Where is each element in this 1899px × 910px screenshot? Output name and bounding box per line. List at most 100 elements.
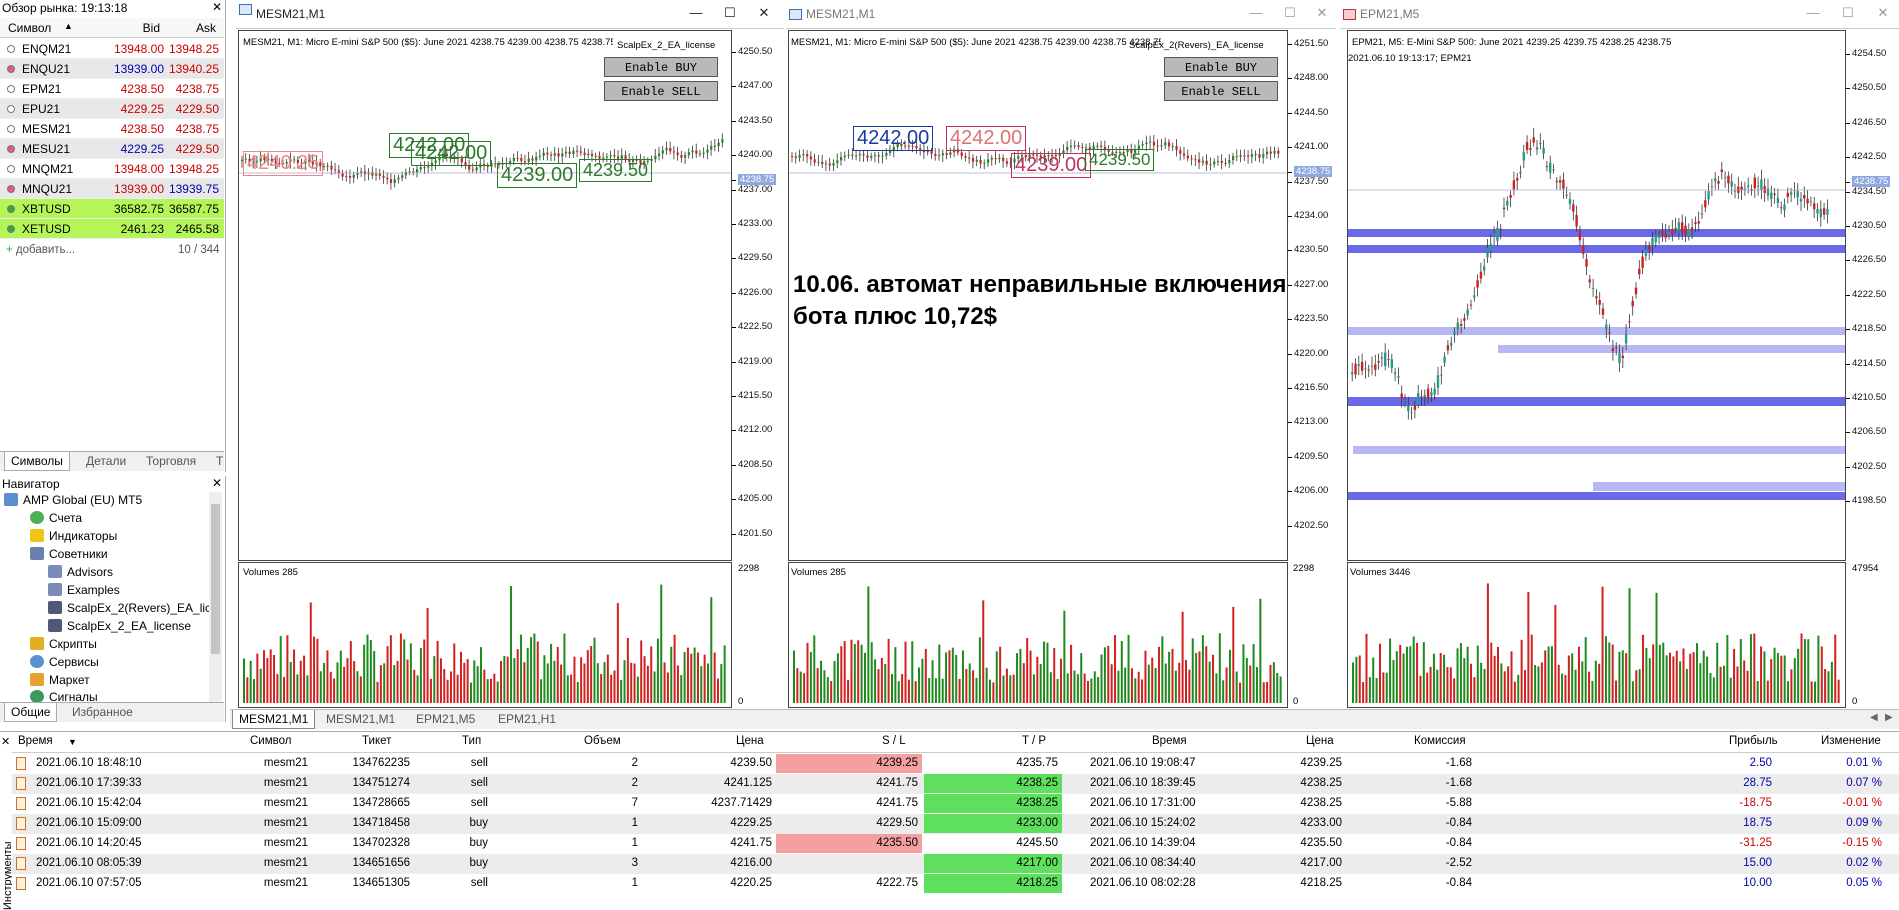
col-sl[interactable]: S / L (882, 735, 906, 747)
nav-services[interactable]: Сервисы (30, 655, 99, 669)
market-watch-row[interactable]: MESM21 4238.50 4238.75 (0, 119, 224, 139)
navigator-close-icon[interactable]: ✕ (212, 476, 222, 490)
market-watch-row[interactable]: MNQM21 13948.00 13948.25 (0, 159, 224, 179)
market-watch-row[interactable]: EPM21 4238.50 4238.75 (0, 79, 224, 99)
market-watch-row[interactable]: XETUSD 2461.23 2465.58 (0, 219, 224, 239)
chart2-title: MESM21,M1 (806, 7, 876, 21)
tabs-scroll-left-icon[interactable]: ◀ (1870, 712, 1878, 723)
col-symbol[interactable]: Символ (8, 21, 51, 35)
nav-market[interactable]: Маркет (30, 673, 90, 687)
candle-body (998, 157, 1001, 160)
candle-body (1483, 266, 1486, 271)
nav-experts[interactable]: Советники (30, 547, 108, 561)
chart-tab-4[interactable]: EPM21,H1 (492, 710, 562, 728)
col-time[interactable]: Время (18, 735, 53, 747)
market-watch-row[interactable]: XBTUSD 36582.75 36587.75 (0, 199, 224, 219)
scrollbar-thumb[interactable] (211, 504, 220, 654)
navigator-scrollbar[interactable] (209, 492, 222, 702)
cell-symbol: mesm21 (263, 797, 308, 809)
nav-scripts[interactable]: Скрипты (30, 637, 97, 651)
col-price[interactable]: Цена (736, 735, 764, 747)
chart-tab-1[interactable]: MESM21,M1 (232, 710, 316, 729)
history-row[interactable]: 2021.06.10 18:48:10 mesm21 134762235 sel… (12, 754, 1899, 774)
tab-common[interactable]: Общие (4, 703, 58, 722)
candle-body (1096, 145, 1099, 147)
candle-body (680, 155, 683, 158)
minimize-icon[interactable]: — (1248, 5, 1264, 20)
enable-buy-button[interactable]: Enable BUY (604, 57, 718, 77)
nav-ea-license[interactable]: ScalpEx_2_EA_license (48, 619, 191, 633)
enable-buy-button[interactable]: Enable BUY (1164, 57, 1278, 77)
enable-sell-button[interactable]: Enable SELL (604, 81, 718, 101)
maximize-icon[interactable]: ☐ (1840, 5, 1856, 21)
chart1-titlebar[interactable]: MESM21,M1 — ☐ ✕ (236, 0, 784, 29)
nav-examples-label: Examples (67, 583, 120, 597)
volume-bar (1544, 650, 1547, 703)
tab-details[interactable]: Детали (80, 452, 132, 470)
col-change[interactable]: Изменение (1821, 735, 1881, 747)
history-row[interactable]: 2021.06.10 07:57:05 mesm21 134651305 sel… (12, 874, 1899, 894)
history-row[interactable]: 2021.06.10 15:42:04 mesm21 134728665 sel… (12, 794, 1899, 814)
volume-bar (1002, 675, 1005, 703)
col-ask[interactable]: Ask (196, 21, 216, 35)
chart-tab-3[interactable]: EPM21,M5 (410, 710, 481, 728)
history-row[interactable]: 2021.06.10 14:20:45 mesm21 134702328 buy… (12, 834, 1899, 854)
chart3-titlebar[interactable]: EPM21,M5 — ☐ ✕ (1340, 0, 1899, 29)
market-watch-row[interactable]: ENQM21 13948.00 13948.25 (0, 39, 224, 59)
close-icon[interactable]: ✕ (1875, 5, 1891, 21)
maximize-icon[interactable]: ☐ (1282, 5, 1298, 21)
col-symbol[interactable]: Символ (250, 735, 291, 747)
col-volume[interactable]: Объем (584, 735, 621, 747)
support-zone (1348, 327, 1845, 335)
chart2-price-pane[interactable]: MESM21, M1: Micro E-mini S&P 500 ($5): J… (788, 30, 1288, 561)
col-commission[interactable]: Комиссия (1414, 735, 1466, 747)
nav-ea-revers[interactable]: ScalpEx_2(Revers)_EA_lice (48, 601, 218, 615)
nav-examples[interactable]: Examples (48, 583, 120, 597)
close-icon[interactable]: ✕ (756, 5, 772, 21)
minimize-icon[interactable]: — (688, 5, 704, 20)
col-tp[interactable]: T / P (1022, 735, 1046, 747)
chart3-price-pane[interactable]: EPM21, M5: E-Mini S&P 500: June 2021 423… (1347, 30, 1846, 561)
tab-favorites[interactable]: Избранное (66, 703, 139, 721)
market-watch-row[interactable]: ENQU21 13939.00 13940.25 (0, 59, 224, 79)
history-row[interactable]: 2021.06.10 15:09:00 mesm21 134718458 buy… (12, 814, 1899, 834)
nav-advisors[interactable]: Advisors (48, 565, 113, 579)
nav-root[interactable]: AMP Global (EU) MT5 (4, 493, 142, 507)
maximize-icon[interactable]: ☐ (722, 5, 738, 21)
cell-commission: -1.68 (1445, 777, 1472, 789)
candle-body (557, 153, 560, 157)
toolbox-close-icon[interactable]: ✕ (1, 735, 10, 748)
tab-trading[interactable]: Торговля (140, 452, 202, 470)
market-watch-row[interactable]: EPU21 4229.25 4229.50 (0, 99, 224, 119)
nav-indicators[interactable]: Индикаторы (30, 529, 117, 543)
chart1-price-pane[interactable]: MESM21, M1: Micro E-mini S&P 500 ($5): J… (238, 30, 732, 561)
nav-accounts[interactable]: Счета (30, 511, 82, 525)
col-bid[interactable]: Bid (143, 21, 160, 35)
col-profit[interactable]: Прибыль (1729, 735, 1778, 747)
history-row[interactable]: 2021.06.10 17:39:33 mesm21 134751274 sel… (12, 774, 1899, 794)
col-ticket[interactable]: Тикет (362, 735, 391, 747)
market-watch-row[interactable]: MNQU21 13939.00 13939.75 (0, 179, 224, 199)
tab-more[interactable]: Т (210, 452, 229, 470)
price-tick-label: 4237.50 (1287, 175, 1329, 187)
chart2-titlebar[interactable]: MESM21,M1 — ☐ ✕ (786, 0, 1336, 29)
chart1-volume-max: 2298 (738, 563, 760, 574)
col-price2[interactable]: Цена (1306, 735, 1334, 747)
minimize-icon[interactable]: — (1805, 5, 1821, 20)
experts-icon (30, 547, 44, 560)
tab-symbols[interactable]: Символы (4, 452, 70, 471)
col-time2[interactable]: Время (1152, 735, 1187, 747)
nav-signals[interactable]: Сигналы (30, 690, 98, 702)
volume-bar (1500, 663, 1503, 703)
ask-price: 2465.58 (175, 222, 219, 236)
close-icon[interactable]: ✕ (1314, 5, 1330, 21)
enable-sell-button[interactable]: Enable SELL (1164, 81, 1278, 101)
chart-tab-2[interactable]: MESM21,M1 (320, 710, 401, 728)
market-watch-close-icon[interactable]: ✕ (212, 0, 222, 14)
add-symbol-link[interactable]: + добавить... (6, 244, 75, 256)
tabs-scroll-right-icon[interactable]: ▶ (1885, 712, 1893, 723)
col-type[interactable]: Тип (462, 735, 481, 747)
volume-bar (1362, 681, 1365, 703)
market-watch-row[interactable]: MESU21 4229.25 4229.50 (0, 139, 224, 159)
history-row[interactable]: 2021.06.10 08:05:39 mesm21 134651656 buy… (12, 854, 1899, 874)
